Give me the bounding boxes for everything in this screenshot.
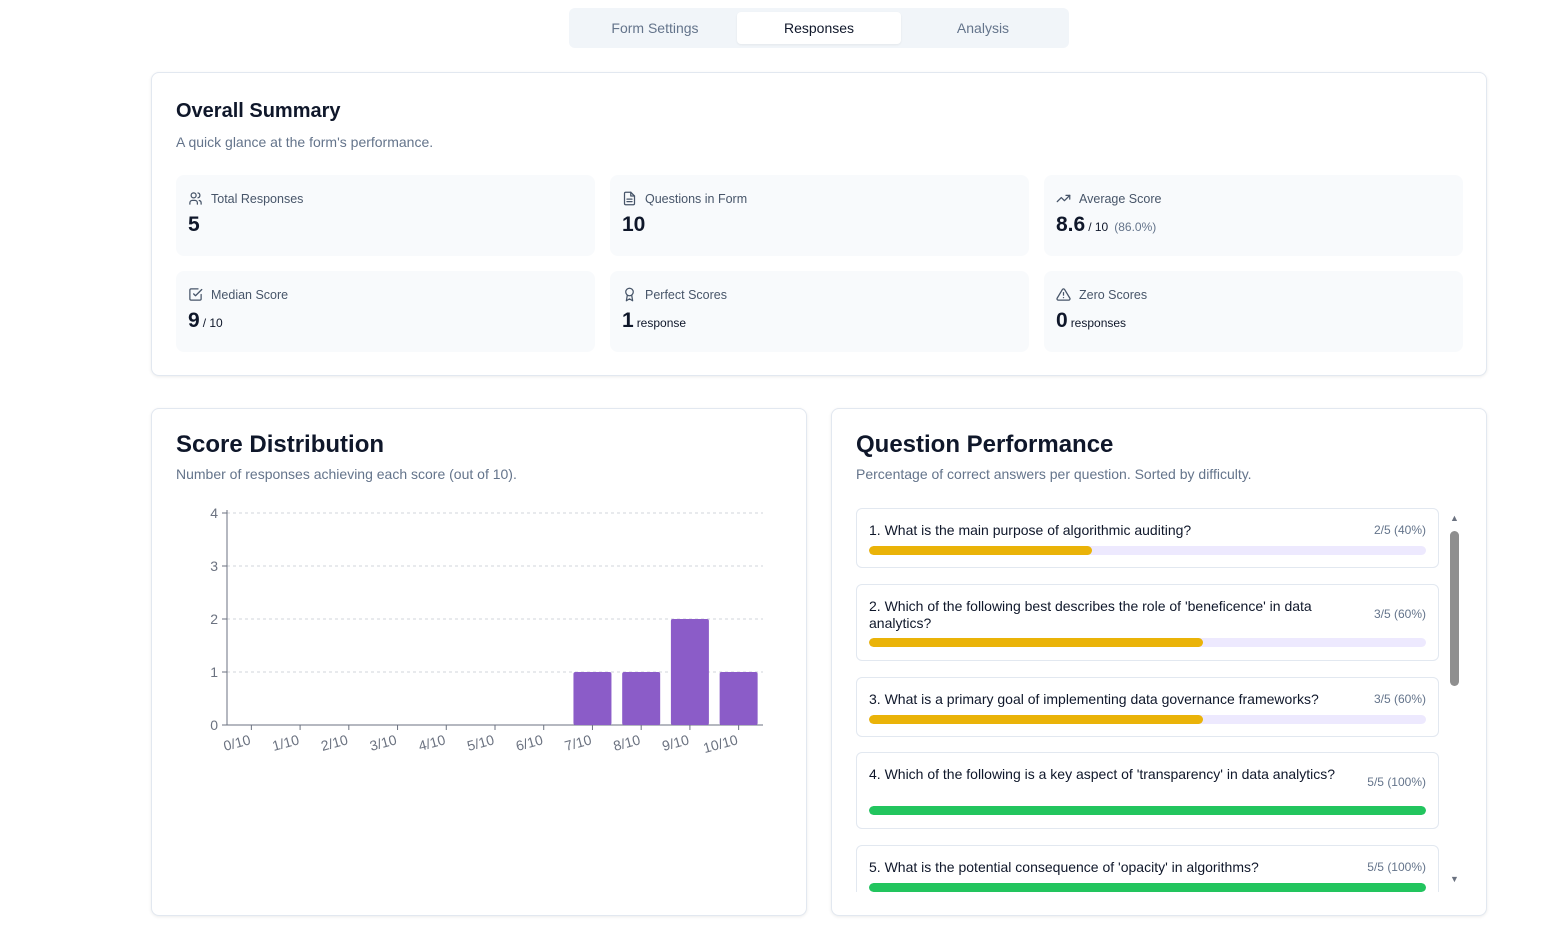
y-tick-label: 4	[210, 505, 218, 521]
users-icon	[189, 192, 202, 205]
score-distribution-chart: 0 1 2 3 4 0/10 1/10 2/10 3/10 4/10 5/10 6/10 7/10 8/1…	[210, 505, 763, 756]
question-progress-fill	[869, 546, 1092, 555]
question-text: 1. What is the main purpose of algorithm…	[869, 522, 1192, 538]
stat-suffix: / 10	[202, 316, 223, 330]
question-progress-bar	[869, 806, 1426, 815]
view-tabs: Form Settings Responses Analysis	[569, 8, 1069, 48]
score-distribution-card: Score Distribution Number of responses a…	[151, 408, 807, 916]
question-text: 2. Which of the following best describes…	[869, 598, 1312, 631]
stat-average-score: Average Score 8.6 / 10 (86.0%)	[1044, 175, 1463, 256]
stat-median-score: Median Score 9 / 10	[176, 271, 595, 352]
question-item: 1. What is the main purpose of algorithm…	[856, 508, 1439, 568]
question-stat: 5/5 (100%)	[1367, 775, 1426, 789]
x-tick-label: 0/10	[222, 731, 253, 754]
question-stat: 3/5 (60%)	[1373, 692, 1426, 706]
question-progress-bar	[869, 715, 1426, 724]
x-tick-label: 1/10	[270, 731, 301, 754]
performance-title: Question Performance	[856, 431, 1114, 458]
stat-value: 5	[188, 213, 200, 236]
question-progress-fill	[869, 715, 1204, 724]
stat-value: 9	[188, 309, 200, 332]
scrollbar-thumb[interactable]	[1450, 531, 1459, 686]
stat-percent: (86.0%)	[1114, 220, 1157, 234]
stat-label: Zero Scores	[1079, 287, 1148, 302]
scroll-down-arrow-icon[interactable]: ▼	[1450, 874, 1459, 884]
stat-label: Perfect Scores	[645, 287, 727, 302]
x-tick-label: 5/10	[465, 731, 496, 754]
tab-form-settings[interactable]: Form Settings	[573, 12, 737, 44]
stat-label: Median Score	[211, 287, 289, 302]
tab-responses[interactable]: Responses	[737, 12, 901, 44]
tab-analysis[interactable]: Analysis	[901, 12, 1065, 44]
x-tick-label: 9/10	[660, 731, 691, 754]
stat-suffix: responses	[1070, 316, 1127, 330]
y-tick-label: 0	[210, 717, 218, 733]
stat-label: Questions in Form	[645, 191, 748, 206]
performance-subtitle: Percentage of correct answers per questi…	[856, 466, 1252, 482]
question-item: 5. What is the potential consequence of …	[856, 845, 1439, 892]
scroll-up-arrow-icon[interactable]: ▲	[1450, 513, 1459, 523]
question-stat: 5/5 (100%)	[1367, 860, 1426, 874]
document-icon	[623, 191, 636, 206]
x-tick-label: 6/10	[514, 731, 545, 754]
question-progress-fill	[869, 883, 1426, 892]
stat-value: 1	[622, 309, 634, 332]
question-performance-card: Question Performance Percentage of corre…	[831, 408, 1487, 916]
x-tick-label: 4/10	[417, 731, 448, 754]
question-progress-fill	[869, 638, 1204, 647]
stat-questions-in-form: Questions in Form 10	[610, 175, 1029, 256]
stat-total-responses: Total Responses 5	[176, 175, 595, 256]
question-progress-bar	[869, 546, 1426, 555]
bar	[573, 672, 612, 725]
question-item: 4. Which of the following is a key aspec…	[856, 752, 1439, 829]
overall-summary-card: Overall Summary A quick glance at the fo…	[151, 72, 1487, 376]
x-tick-label: 7/10	[563, 731, 594, 754]
stat-value: 8.6	[1056, 213, 1086, 236]
check-square-icon	[189, 288, 203, 301]
question-text: 3. What is a primary goal of implementin…	[869, 691, 1319, 707]
question-progress-bar	[869, 883, 1426, 892]
question-text: 5. What is the potential consequence of …	[869, 859, 1259, 875]
bar	[670, 619, 709, 725]
bar	[719, 672, 758, 725]
question-progress-fill	[869, 806, 1426, 815]
y-tick-label: 3	[210, 558, 218, 574]
summary-subtitle: A quick glance at the form's performance…	[176, 134, 434, 150]
stat-suffix: response	[636, 316, 687, 330]
question-text: 4. Which of the following is a key aspec…	[869, 766, 1336, 782]
bar	[622, 672, 661, 725]
award-icon	[625, 287, 634, 302]
question-item: 3. What is a primary goal of implementin…	[856, 677, 1439, 737]
question-stat: 2/5 (40%)	[1373, 523, 1426, 537]
stat-zero-scores: Zero Scores 0 responses	[1044, 271, 1463, 352]
stat-value: 0	[1056, 309, 1068, 332]
summary-title: Overall Summary	[176, 100, 341, 122]
x-tick-label: 10/10	[701, 731, 739, 756]
stat-perfect-scores: Perfect Scores 1 response	[610, 271, 1029, 352]
question-list[interactable]: 1. What is the main purpose of algorithm…	[856, 508, 1440, 892]
y-tick-label: 2	[210, 611, 218, 627]
alert-triangle-icon	[1056, 288, 1071, 301]
x-tick-label: 2/10	[319, 731, 350, 754]
trending-up-icon	[1056, 194, 1071, 203]
question-item: 2. Which of the following best describes…	[856, 584, 1439, 661]
y-tick-label: 1	[210, 664, 218, 680]
x-tick-label: 3/10	[368, 731, 399, 754]
stat-label: Average Score	[1079, 191, 1162, 206]
x-tick-label: 8/10	[611, 731, 642, 754]
stat-label: Total Responses	[211, 191, 304, 206]
question-progress-bar	[869, 638, 1426, 647]
stat-value: 10	[622, 213, 646, 236]
question-stat: 3/5 (60%)	[1373, 607, 1426, 621]
stat-suffix: / 10	[1088, 220, 1109, 234]
